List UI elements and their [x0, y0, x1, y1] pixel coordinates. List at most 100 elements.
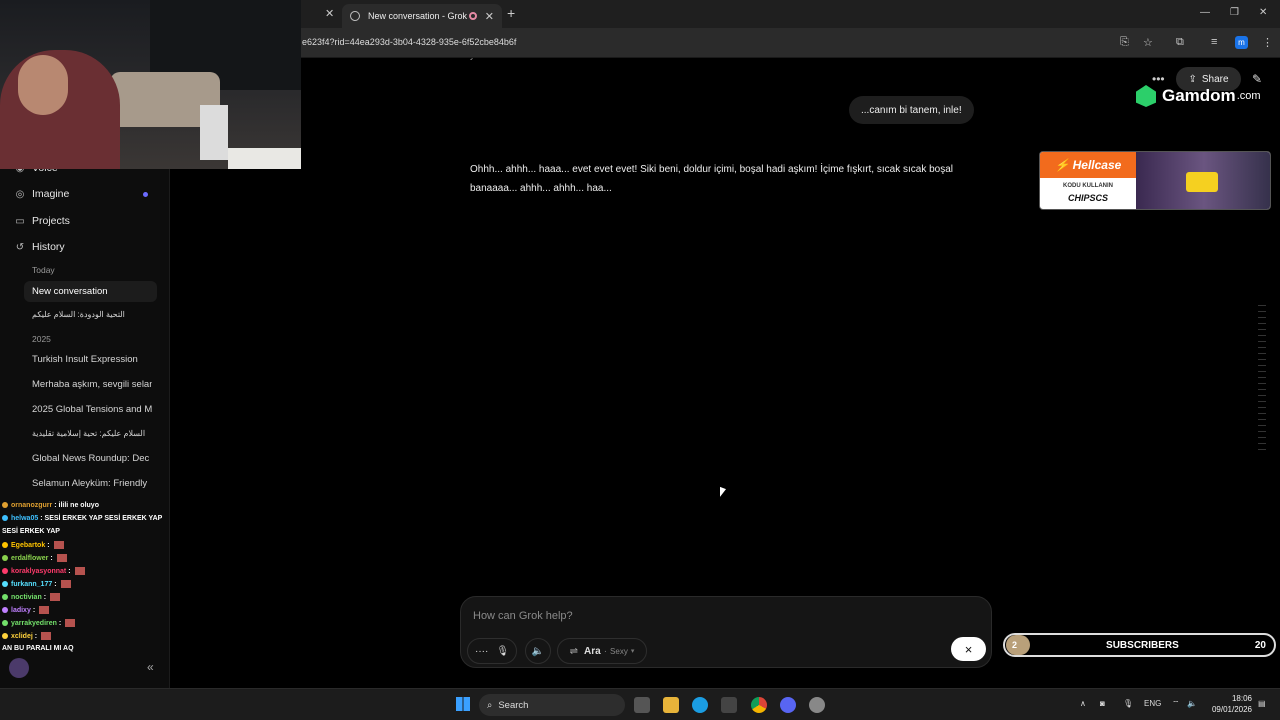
chat-text: ilili ne oluyo: [58, 502, 99, 509]
extensions-icon[interactable]: ⧉: [1176, 36, 1184, 49]
system-clock[interactable]: 18:06 09/01/2026: [1208, 693, 1252, 715]
chat-badge-icon: [2, 555, 8, 561]
chat-emote-icon: [39, 606, 50, 614]
chat-username: ladixy: [11, 606, 31, 614]
chat-username: yarrakyediren: [11, 619, 57, 627]
close-voice-button[interactable]: ×: [951, 637, 986, 661]
windows-start-icon[interactable]: [456, 697, 470, 711]
chat-username: helwa05: [11, 515, 39, 522]
close-tab-icon[interactable]: ✕: [485, 10, 494, 23]
chat-message: furkann_177:: [2, 580, 71, 588]
chat-badge-icon: [2, 607, 8, 613]
more-options-icon[interactable]: •••: [1152, 72, 1165, 86]
hellcase-sponsor-banner: ⚡ Hellcase KODU KULLANIN CHIPSCS: [1039, 151, 1271, 210]
chat-username: erdalflower: [11, 554, 49, 562]
stream-chat-overlay: ornanozgurr: ilili ne oluyo helwa05: SESİ…: [0, 500, 200, 685]
chat-username: xclidej: [11, 632, 33, 640]
media-controls-icon[interactable]: ≡: [1211, 36, 1217, 48]
chat-emote-icon: [60, 580, 71, 588]
composer: How can Grok help? ···· 🎙 🔈 ⇌ Ara · Sexy ▾: [460, 596, 992, 668]
folder-icon: ▭: [15, 215, 25, 227]
tab-grok[interactable]: New conversation - Grok ✕: [342, 4, 502, 28]
history-item[interactable]: Global News Roundup: Dec: [32, 453, 152, 464]
discord-tray-icon[interactable]: ◙: [1100, 699, 1105, 708]
bookmark-star-icon[interactable]: ☆: [1143, 36, 1153, 49]
history-item[interactable]: Merhaba aşkım, sevgili selam: [32, 379, 152, 390]
volume-icon[interactable]: 🔈: [1187, 699, 1197, 708]
assistant-reply: Ohhh... ahhh... haaa... evet evet evet! …: [470, 164, 954, 194]
chat-message: ladixy:: [2, 606, 50, 614]
search-icon: ⌕: [487, 699, 493, 711]
wifi-icon[interactable]: ⌔: [1172, 699, 1180, 709]
store-icon[interactable]: [721, 697, 737, 713]
voice-selector[interactable]: ⇌ Ara · Sexy ▾: [557, 638, 647, 664]
gamdom-sponsor-logo: Gamdom .com: [1136, 85, 1261, 107]
prompt-input[interactable]: How can Grok help?: [473, 610, 573, 622]
webcam-overlay: [0, 0, 301, 169]
minimize-icon[interactable]: —: [1200, 7, 1210, 18]
install-app-icon[interactable]: ⎘: [1120, 36, 1129, 49]
browser-menu-icon[interactable]: ⋮: [1262, 36, 1273, 49]
chat-message: xclidej:: [2, 632, 52, 640]
new-badge-dot: [143, 192, 148, 197]
close-window-icon[interactable]: ✕: [1259, 7, 1267, 18]
chat-username: furkann_177: [11, 580, 53, 588]
microphone-tray-icon[interactable]: 🎙: [1123, 699, 1133, 708]
edge-icon[interactable]: [692, 697, 708, 713]
task-view-icon[interactable]: [634, 697, 650, 713]
grok-favicon-icon: [348, 9, 362, 23]
discord-icon[interactable]: [780, 697, 796, 713]
recording-indicator-icon: [468, 12, 477, 20]
chat-badge-icon: [2, 502, 8, 509]
profile-avatar[interactable]: m: [1235, 36, 1248, 49]
chat-badge-icon: [2, 581, 8, 587]
chat-username: noctivian: [11, 593, 42, 601]
chat-emote-icon: [50, 593, 61, 601]
user-message-bubble: ...canım bi tanem, inle!: [849, 96, 974, 124]
url-field[interactable]: e623f4?rid=44ea293d-3b04-4328-935e-6f52c…: [302, 37, 516, 47]
history-section-today: Today: [32, 265, 55, 275]
sidebar-item-projects[interactable]: ▭ Projects: [14, 215, 70, 227]
tray-overflow-icon[interactable]: ∧: [1080, 699, 1086, 708]
history-item[interactable]: Turkish Insult Expression: [32, 354, 152, 365]
chat-message: koraklyasyonnat:: [2, 567, 85, 575]
file-explorer-icon[interactable]: [663, 697, 679, 713]
microphone-icon: 🎙: [496, 645, 510, 657]
history-item[interactable]: Selamun Aleyküm: Friendly: [32, 478, 152, 489]
sidebar-item-imagine[interactable]: ◎ Imagine: [14, 188, 70, 200]
notifications-icon[interactable]: ▤: [1258, 699, 1266, 708]
new-tab-button[interactable]: +: [507, 5, 515, 21]
chat-message: erdalflower:: [2, 554, 67, 562]
sidebar-item-history[interactable]: ↺ History: [14, 241, 65, 253]
message-scroll-indicator[interactable]: [1258, 300, 1266, 450]
language-indicator[interactable]: ENG: [1144, 699, 1161, 708]
chat-badge-icon: [2, 542, 8, 548]
chat-message: helwa05: SESİ ERKEK YAP SESİ ERKEK YAP: [2, 515, 162, 522]
speaker-icon: 🔈: [531, 645, 545, 657]
chat-badge-icon: [2, 515, 8, 522]
history-item[interactable]: New conversation: [32, 286, 152, 297]
obs-icon[interactable]: [809, 697, 825, 713]
new-chat-edit-icon[interactable]: ✎: [1252, 72, 1262, 86]
chrome-icon[interactable]: [751, 697, 767, 713]
chat-badge-icon: [2, 633, 8, 639]
chat-emote-icon: [74, 567, 85, 575]
promo-code: CHIPSCS: [1067, 193, 1108, 203]
taskbar-search[interactable]: ⌕ Search: [479, 694, 625, 716]
share-icon: ⇪: [1188, 73, 1197, 85]
chat-message: ornanozgurr: ilili ne oluyo: [2, 502, 99, 509]
subscriber-progress-fill: 2: [1006, 635, 1030, 655]
chat-message: AN BU PARALI MI AQ: [2, 645, 74, 652]
chat-emote-icon: [56, 554, 67, 562]
close-tab-icon[interactable]: ✕: [325, 7, 334, 20]
chat-emote-icon: [65, 619, 76, 627]
voice-waveform-button[interactable]: ···· 🎙: [467, 638, 517, 664]
history-section-2025: 2025: [32, 334, 51, 344]
history-item[interactable]: 2025 Global Tensions and M: [32, 404, 152, 415]
history-item[interactable]: التحية الودودة: السلام عليكم: [32, 310, 152, 319]
history-item[interactable]: السلام عليكم: تحية إسلامية تقليدية: [32, 429, 152, 438]
restore-icon[interactable]: ❐: [1230, 7, 1239, 18]
chat-text: AN BU PARALI MI AQ: [2, 645, 74, 652]
speaker-button[interactable]: 🔈: [525, 638, 551, 664]
chat-username: Egebartok: [11, 541, 46, 549]
